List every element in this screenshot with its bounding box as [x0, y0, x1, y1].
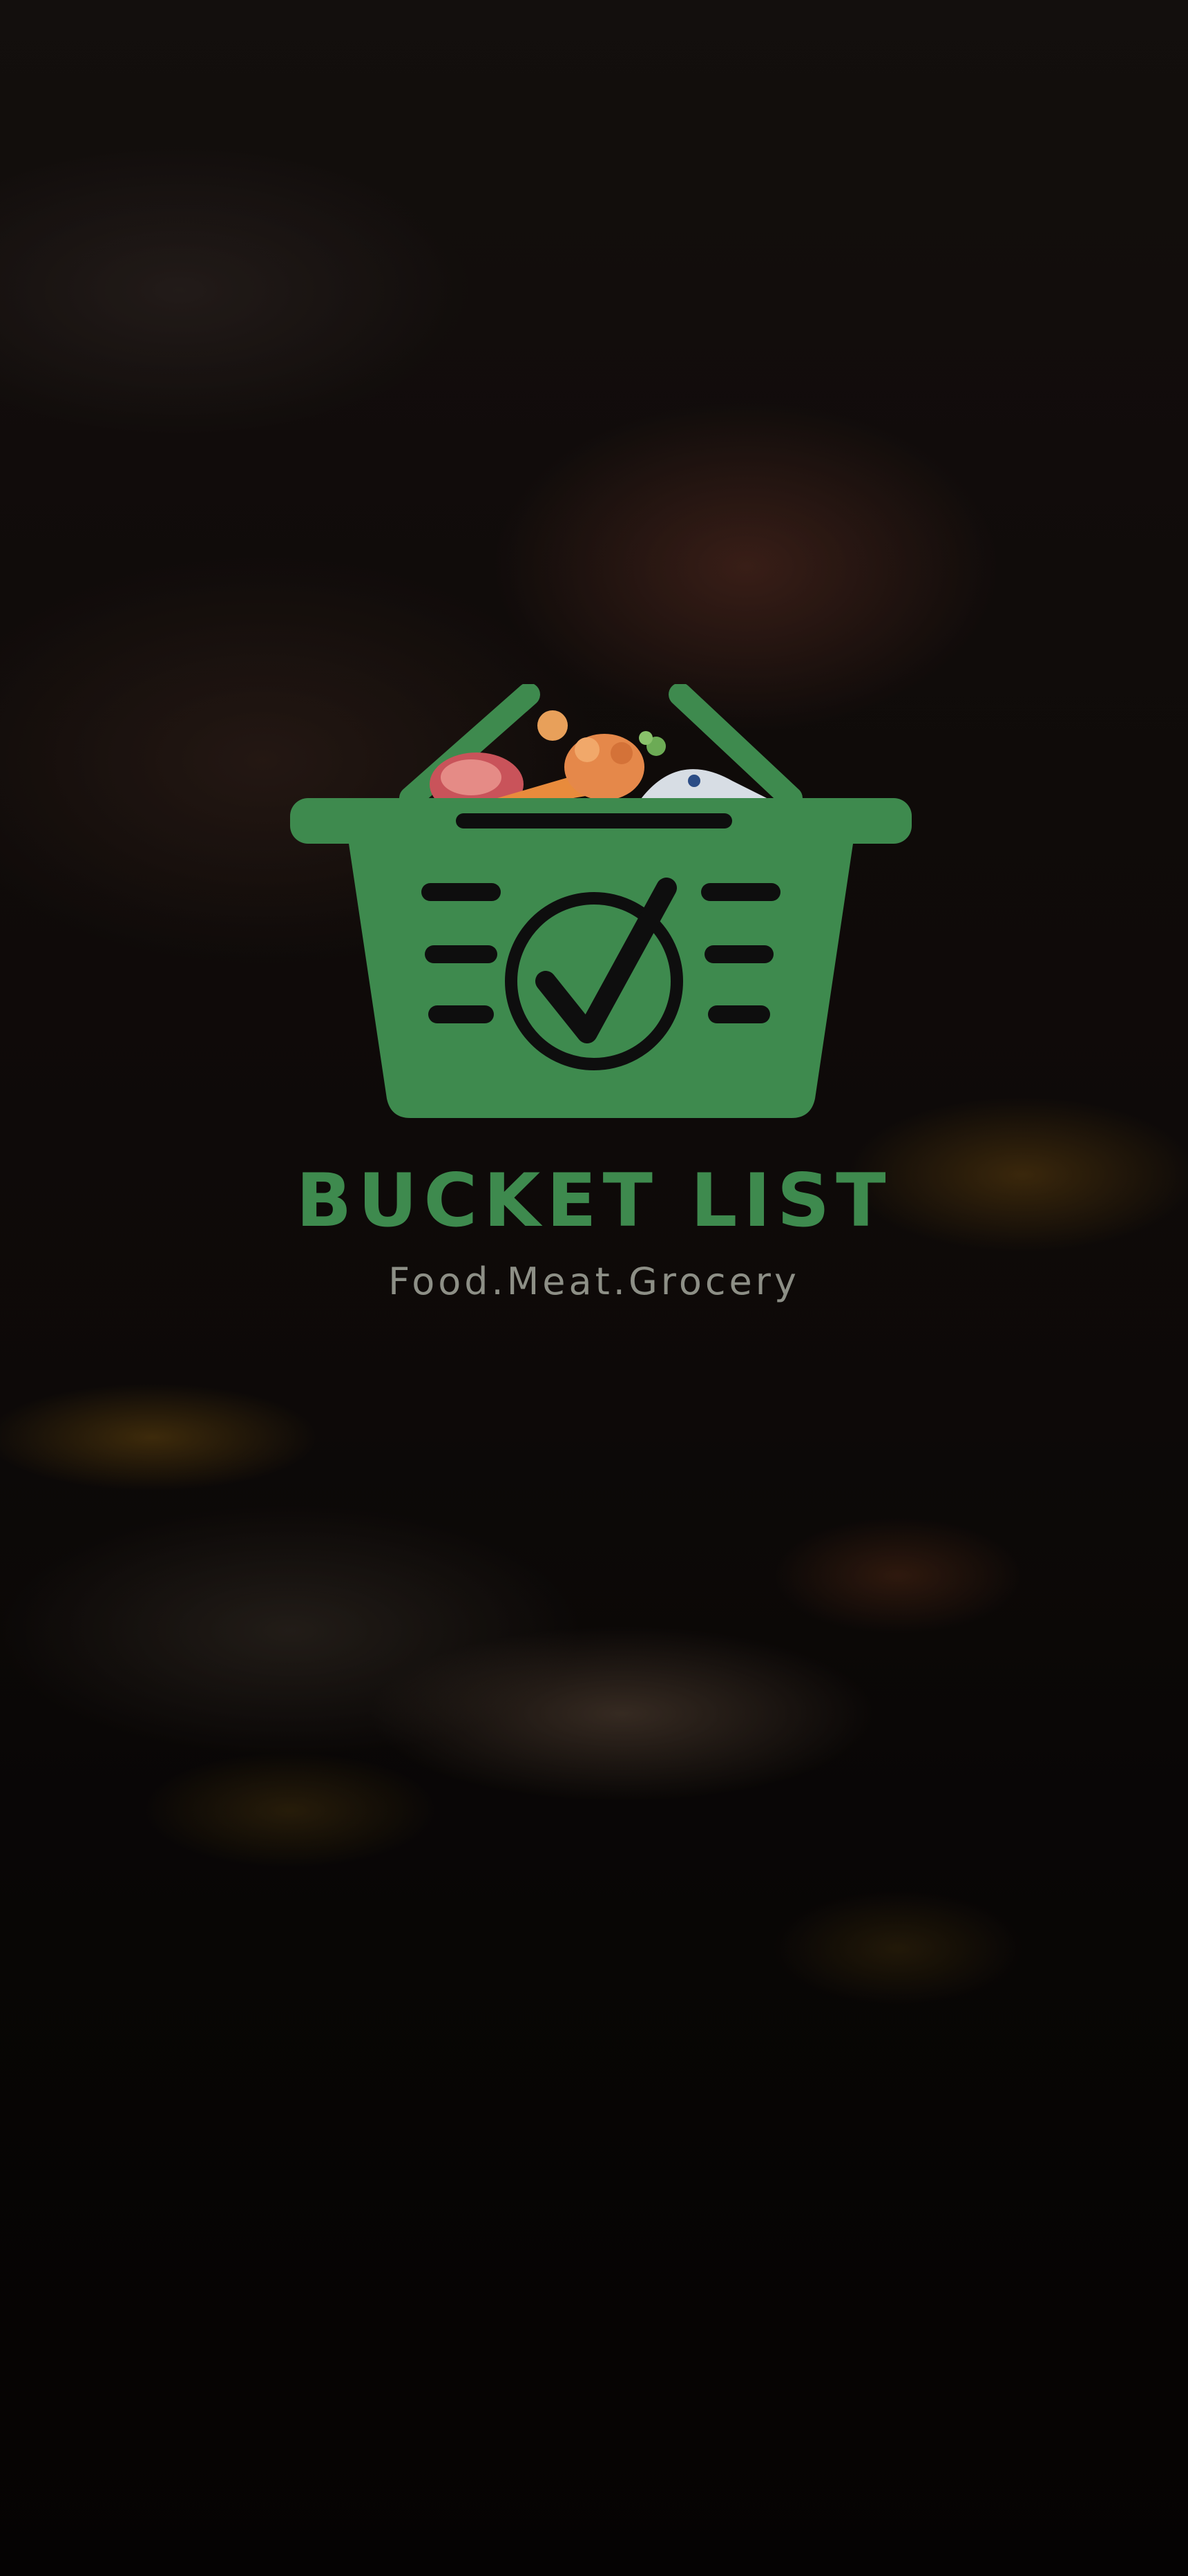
- brand-tagline: Food.Meat.Grocery: [388, 1260, 800, 1303]
- basket-logo-icon: [290, 684, 912, 1118]
- splash-screen: BUCKET LIST Food.Meat.Grocery: [0, 0, 1188, 2576]
- brand-title: BUCKET LIST: [296, 1158, 892, 1243]
